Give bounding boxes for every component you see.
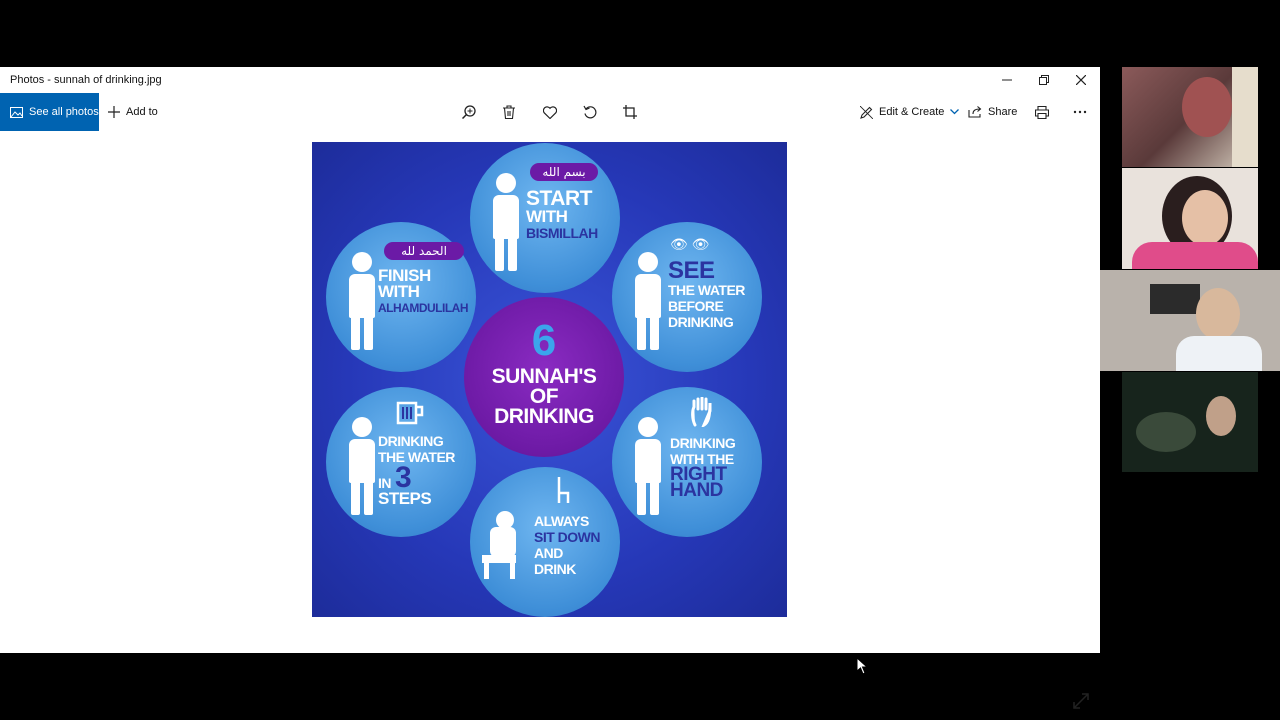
participant-video-2[interactable] [1122, 168, 1258, 269]
crop-button[interactable] [615, 93, 645, 131]
more-icon [1073, 110, 1087, 114]
window-title: Photos - sunnah of drinking.jpg [10, 74, 162, 86]
item-line: BISMILLAH [526, 225, 598, 241]
share-label: Share [988, 106, 1018, 118]
item-line: THE WATER [378, 449, 455, 465]
minimize-icon [1002, 79, 1012, 81]
item-line: THE WATER [668, 282, 745, 298]
bubble-right-hand: DRINKING WITH THE RIGHT HAND [612, 387, 762, 537]
zoom-button[interactable] [454, 93, 484, 131]
mouse-cursor-icon [856, 657, 869, 675]
share-button[interactable]: Share [968, 93, 1017, 131]
participant-video-3[interactable] [1100, 270, 1280, 371]
center-line: SUNNAH'S [491, 365, 597, 388]
eyes-icon: 👁 👁 [670, 236, 710, 252]
add-to-button[interactable]: Add to [108, 93, 158, 131]
item-line: HAND [670, 480, 723, 501]
bubble-see-the-water: 👁 👁 SEE THE WATER BEFORE DRINKING [612, 222, 762, 372]
plus-icon [108, 106, 120, 118]
item-line: SIT DOWN [534, 529, 601, 545]
close-button[interactable] [1063, 67, 1099, 93]
center-title-circle: 6 SUNNAH'S OF DRINKING [464, 297, 624, 457]
item-line: DRINKING [668, 314, 734, 330]
item-line: START [526, 187, 592, 210]
restore-button[interactable] [1026, 67, 1062, 93]
print-button[interactable] [1027, 93, 1057, 131]
item-line: BEFORE [668, 298, 724, 314]
hand-icon [691, 397, 712, 427]
person-figure [628, 417, 670, 517]
rotate-button[interactable] [575, 93, 605, 131]
chevron-down-icon [950, 109, 960, 115]
item-line: DRINKING [378, 433, 444, 449]
item-line: 3 [395, 461, 412, 494]
title-bar: Photos - sunnah of drinking.jpg [0, 67, 1100, 93]
participant-video-1[interactable] [1122, 67, 1258, 167]
rotate-icon [583, 105, 597, 119]
zoom-icon [462, 105, 476, 119]
fullscreen-icon[interactable] [1072, 692, 1090, 710]
print-icon [1035, 105, 1049, 119]
trash-icon [503, 105, 515, 119]
person-figure [486, 173, 528, 273]
cup-icon [396, 401, 424, 425]
restore-icon [1039, 75, 1049, 85]
seated-figure [482, 511, 522, 581]
photos-icon [10, 106, 23, 118]
crop-icon [623, 105, 637, 119]
item-line: WITH [378, 282, 420, 301]
person-figure [628, 252, 670, 352]
item-line: WITH [526, 207, 568, 226]
item-line: DRINK [534, 561, 576, 577]
item-line: ALHAMDULILAH [378, 301, 468, 315]
minimize-button[interactable] [989, 67, 1025, 93]
bubble-sit-down-and-drink: ALWAYS SIT DOWN AND DRINK [470, 467, 620, 617]
edit-create-button[interactable]: Edit & Create [860, 93, 960, 131]
item-line: STEPS [378, 489, 432, 508]
see-all-photos-label: See all photos [29, 106, 99, 118]
more-options-button[interactable] [1065, 93, 1095, 131]
edit-icon [860, 105, 873, 119]
delete-button[interactable] [494, 93, 524, 131]
add-to-label: Add to [126, 106, 158, 118]
item-line: AND [534, 545, 563, 561]
center-number: 6 [531, 316, 557, 365]
item-line: DRINKING [670, 435, 736, 451]
favorite-button[interactable] [535, 93, 565, 131]
bubble-drinking-in-3-steps: DRINKING THE WATER IN 3 STEPS [326, 387, 476, 537]
arabic-label: بسم الله [530, 163, 598, 181]
screen: Photos - sunnah of drinking.jpg See all … [0, 0, 1280, 720]
bubble-start-with-bismillah: بسم الله START WITH BISMILLAH [470, 143, 620, 293]
center-line: DRINKING [494, 405, 594, 428]
photos-window: Photos - sunnah of drinking.jpg See all … [0, 67, 1100, 709]
edit-create-label: Edit & Create [879, 106, 945, 118]
see-all-photos-button[interactable]: See all photos [0, 93, 99, 131]
item-line: ALWAYS [534, 513, 589, 529]
center-line: OF [529, 385, 559, 408]
arabic-label: الحمد لله [384, 242, 464, 260]
participant-video-4[interactable] [1122, 372, 1258, 472]
toolbar: See all photos Add to Edit & Create Shar… [0, 93, 1100, 131]
photo-infographic: بسم الله START WITH BISMILLAH الحمد لله … [312, 142, 787, 617]
chair-icon [557, 477, 570, 503]
heart-icon [543, 105, 557, 119]
share-icon [968, 106, 982, 118]
close-icon [1076, 75, 1086, 85]
item-line: SEE [668, 257, 715, 284]
bubble-finish-with-alhamdulilah: الحمد لله FINISH WITH ALHAMDULILAH [326, 222, 476, 372]
